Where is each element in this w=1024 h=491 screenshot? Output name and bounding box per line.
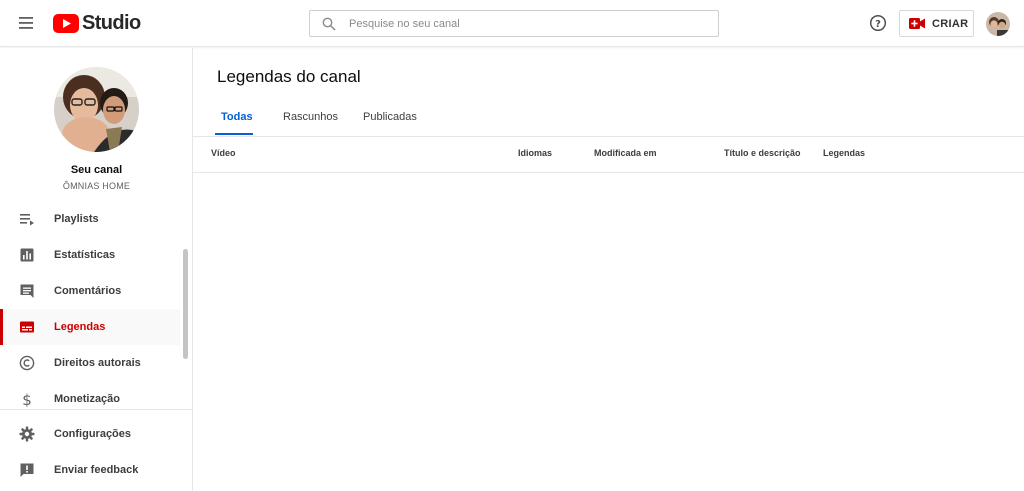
sidebar-item-settings[interactable]: Configurações — [0, 416, 180, 452]
sidebar-divider — [0, 409, 192, 410]
top-bar: Studio ? CRIAR — [0, 0, 1024, 47]
column-header-title-description: Título e descrição — [724, 148, 801, 158]
sidebar-item-label: Legendas — [54, 321, 106, 333]
sidebar-scrollbar[interactable] — [183, 249, 188, 359]
subtitles-icon — [20, 321, 34, 333]
table-header-divider — [193, 172, 1024, 173]
sidebar-item-subtitles[interactable]: Legendas — [0, 309, 180, 345]
tab-published[interactable]: Publicadas — [363, 111, 417, 123]
channel-avatar[interactable] — [54, 67, 139, 152]
create-button-label: CRIAR — [932, 17, 969, 30]
sidebar-item-label: Estatísticas — [54, 249, 116, 261]
sidebar-item-label: Configurações — [54, 428, 132, 440]
account-avatar[interactable] — [986, 12, 1010, 36]
table-top-divider — [193, 136, 1024, 137]
sidebar: Seu canal ÔMNIAS HOME Playlists Estatíst… — [0, 48, 193, 491]
create-video-icon — [909, 18, 925, 29]
sidebar-item-copyright[interactable]: Direitos autorais — [0, 345, 180, 381]
youtube-play-icon — [53, 13, 79, 33]
help-icon[interactable]: ? — [868, 13, 888, 33]
search-input[interactable] — [349, 17, 689, 30]
gear-icon — [19, 426, 35, 442]
active-tab-indicator — [215, 133, 253, 135]
tab-all[interactable]: Todas — [221, 111, 253, 123]
channel-name: ÔMNIAS HOME — [62, 181, 131, 191]
analytics-icon — [20, 248, 34, 262]
logo-text: Studio — [82, 11, 141, 34]
tab-drafts[interactable]: Rascunhos — [283, 111, 338, 123]
sidebar-item-statistics[interactable]: Estatísticas — [0, 237, 180, 273]
sidebar-item-playlists[interactable]: Playlists — [0, 201, 180, 237]
playlist-icon — [20, 214, 34, 226]
dollar-icon: $ — [22, 391, 32, 407]
search-box[interactable] — [309, 10, 719, 37]
svg-text:?: ? — [875, 19, 881, 30]
column-header-video: Vídeo — [211, 148, 236, 158]
sidebar-item-feedback[interactable]: Enviar feedback — [0, 452, 180, 488]
sidebar-item-label: Monetização — [54, 393, 121, 405]
sidebar-item-label: Enviar feedback — [54, 464, 139, 476]
column-header-subtitles: Legendas — [823, 148, 866, 158]
studio-logo[interactable]: Studio — [53, 12, 141, 34]
sidebar-item-comments[interactable]: Comentários — [0, 273, 180, 309]
sidebar-item-label: Playlists — [54, 213, 99, 225]
column-header-modified[interactable]: Modificada em — [594, 148, 657, 158]
svg-text:$: $ — [22, 391, 32, 407]
sidebar-item-label: Direitos autorais — [54, 357, 141, 369]
create-button[interactable]: CRIAR — [899, 10, 974, 37]
feedback-icon — [20, 463, 34, 477]
column-header-languages[interactable]: Idiomas — [518, 148, 552, 158]
search-icon — [322, 17, 336, 31]
copyright-icon — [19, 355, 35, 371]
sidebar-item-monetization[interactable]: $ Monetização — [0, 381, 180, 417]
sidebar-item-label: Comentários — [54, 285, 122, 297]
menu-icon[interactable] — [17, 13, 37, 33]
channel-title: Seu canal — [70, 164, 123, 176]
page-title: Legendas do canal — [217, 67, 361, 86]
comment-icon — [20, 284, 34, 298]
